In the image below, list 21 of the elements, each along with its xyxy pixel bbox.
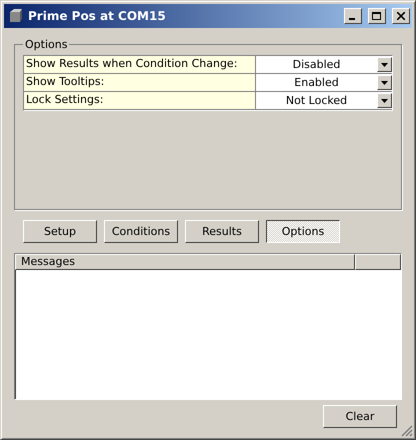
maximize-button[interactable] — [368, 8, 386, 24]
maximize-icon — [372, 12, 382, 20]
resize-grip-icon[interactable] — [401, 425, 413, 437]
setting-dropdown[interactable]: Not Locked — [256, 92, 392, 109]
setting-label: Show Results when Condition Change: — [24, 56, 256, 73]
setting-dropdown[interactable]: Enabled — [256, 74, 392, 91]
nav-button[interactable]: Options — [266, 220, 340, 243]
setting-label: Show Tooltips: — [24, 74, 256, 91]
group-title: Options — [24, 38, 68, 51]
app-icon — [8, 8, 24, 24]
column-header[interactable]: Messages — [15, 254, 355, 270]
window-title: Prime Pos at COM15 — [28, 9, 167, 23]
nav-button[interactable]: Results — [185, 220, 259, 243]
setting-dropdown[interactable]: Disabled — [256, 56, 392, 73]
nav-button[interactable]: Setup — [23, 220, 97, 243]
minimize-button[interactable] — [344, 8, 362, 24]
nav-button[interactable]: Conditions — [104, 220, 178, 243]
clear-button[interactable]: Clear — [323, 405, 397, 428]
setting-label: Lock Settings: — [24, 92, 256, 109]
close-button[interactable] — [392, 8, 410, 24]
close-icon — [397, 12, 405, 20]
